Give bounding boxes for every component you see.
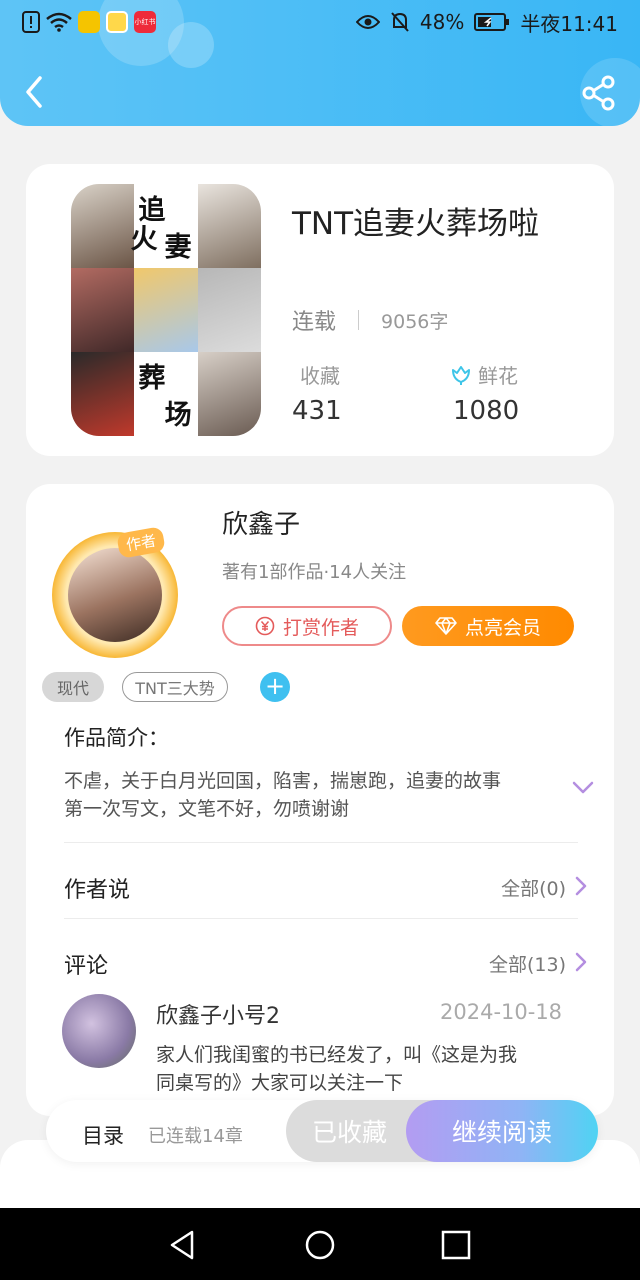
author-says-title: 作者说 [64,878,131,903]
battery-icon [474,13,510,31]
cover-photo [197,352,261,436]
nav-back-icon[interactable] [166,1228,200,1262]
continue-reading-button[interactable]: 继续阅读 [406,1100,598,1162]
nav-home-icon[interactable] [303,1228,337,1262]
cover-photo [197,184,261,268]
chevron-right-icon[interactable] [574,952,588,972]
battery-percent: 48% [419,10,465,34]
book-cover[interactable]: 追 妻 葬 场 [71,184,261,436]
add-tag-button[interactable]: + [260,672,290,702]
header: 小红书 48% 半夜11:41 [0,0,640,126]
word-count: 9056字 [381,310,449,333]
chevron-right-icon[interactable] [574,876,588,896]
book-status: 连载 9056字 [292,304,448,336]
app-notification-icon [106,11,128,33]
diamond-icon [435,617,457,635]
flowers-count: 1080 [453,396,520,426]
comments-all-link[interactable]: 全部(13) [489,950,566,977]
favorites-count: 431 [292,396,342,426]
serial-status: 连载 [292,310,337,335]
author-name[interactable]: 欣鑫子 [222,504,300,541]
chapter-count[interactable]: 已连载14章 [148,1122,243,1148]
genre-tag[interactable]: 现代 [42,672,104,702]
tip-author-button[interactable]: 打赏作者 [222,606,392,646]
comments-title: 评论 [64,954,109,979]
author-says-all-link[interactable]: 全部(0) [501,874,566,901]
mute-bell-icon [391,12,409,32]
favorites-label: 收藏 [300,364,340,388]
alert-icon [22,11,40,33]
divider [358,310,360,330]
intro-text: 第一次写文，文笔不好，勿喷谢谢 [64,798,350,820]
comment-text: 家人们我闺蜜的书已经发了，叫《这是为我 [156,1044,518,1066]
toc-button[interactable]: 目录 [82,1120,124,1150]
comment-text: 同桌写的》大家可以关注一下 [156,1072,404,1094]
cover-photo [197,268,261,352]
commenter-name[interactable]: 欣鑫子小号2 [156,998,280,1030]
app-notification-icon [78,11,100,33]
eye-icon [355,15,380,29]
commenter-avatar[interactable] [62,994,136,1068]
wifi-icon [46,12,72,32]
cover-photo [134,268,198,352]
bottom-action-bar: 目录 已连载14章 已收藏 继续阅读 [46,1100,598,1162]
yen-coin-icon [255,616,275,636]
cover-text-cell: 葬 场 [134,352,198,436]
book-info-card: 追 妻 葬 场 火 TNT追妻火葬场啦 连载 9056字 收藏 431 鲜花 1… [26,164,614,456]
system-nav-bar [0,1208,640,1280]
divider [64,918,578,919]
cover-text-cell: 火 [130,223,158,255]
flowers-label[interactable]: 鲜花 [450,360,518,389]
intro-title: 作品简介： [64,726,169,750]
author-card: 作者 欣鑫子 著有1部作品·14人关注 打赏作者 点亮会员 现代 TNT三大势 … [26,484,614,1116]
expand-chevron-icon[interactable] [572,780,594,796]
avatar [68,548,162,642]
cover-photo [71,352,135,436]
book-title: TNT追妻火葬场啦 [292,206,540,242]
clock: 半夜11:41 [520,11,618,36]
comment-date: 2024-10-18 [440,1000,563,1024]
status-bar: 小红书 48% 半夜11:41 [0,0,640,44]
author-avatar[interactable]: 作者 [46,524,184,662]
back-icon[interactable] [20,74,50,110]
author-meta: 著有1部作品·14人关注 [222,562,407,583]
divider [64,842,578,843]
intro-text: 不虐，关于白月光回国，陷害，揣崽跑，追妻的故事 [64,770,502,792]
topic-tag[interactable]: TNT三大势 [122,672,228,702]
share-icon[interactable] [580,74,618,112]
xiaohongshu-icon: 小红书 [134,11,156,33]
nav-recents-icon[interactable] [439,1228,473,1262]
flower-icon [452,365,470,385]
cover-photo [71,268,135,352]
vip-button[interactable]: 点亮会员 [402,606,574,646]
